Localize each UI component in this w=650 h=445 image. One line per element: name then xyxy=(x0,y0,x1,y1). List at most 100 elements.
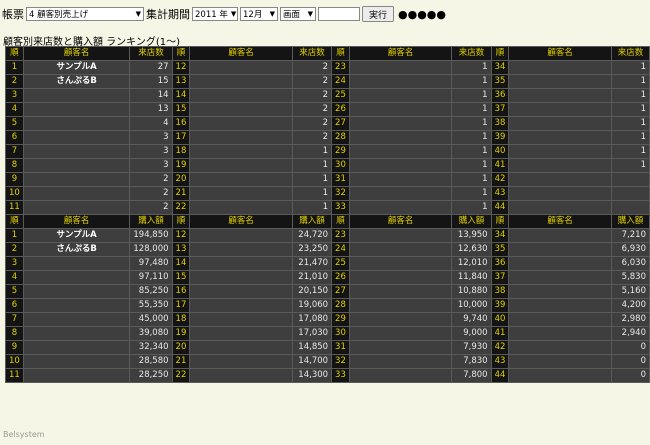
purchase-amount-cell: 28,250 xyxy=(129,368,173,383)
visit-count-cell: 1 xyxy=(610,158,650,173)
rank-cell: 34 xyxy=(490,228,510,243)
customer-name-cell xyxy=(22,130,131,145)
purchase-amount-cell: 5,160 xyxy=(610,284,650,299)
visit-count-cell: 2 xyxy=(291,130,333,145)
customer-name-cell xyxy=(348,88,453,103)
table-row: 3 97,480 14 21,470 25 12,010 36 6,030 xyxy=(5,256,650,271)
customer-name-cell xyxy=(508,116,612,131)
customer-name-cell xyxy=(348,130,453,145)
rank-cell: 19 xyxy=(171,326,191,341)
rank-cell: 38 xyxy=(490,284,510,299)
visit-count-cell: 2 xyxy=(291,88,333,103)
rank-cell: 35 xyxy=(490,74,510,89)
execute-button[interactable]: 実行 xyxy=(362,6,395,22)
rank-cell: 12 xyxy=(171,228,191,243)
header-visit-count: 来店数 xyxy=(610,46,650,61)
report-select[interactable]: 4 顧客別売上げ ▼ xyxy=(26,7,144,21)
progress-indicator: ●●●●● xyxy=(398,7,447,21)
rank-cell: 26 xyxy=(331,270,350,285)
rank-cell: 44 xyxy=(490,368,510,383)
filter-input[interactable] xyxy=(318,7,360,21)
customer-name-cell xyxy=(22,354,131,369)
purchase-amount-cell: 2,940 xyxy=(610,326,650,341)
customer-name-cell xyxy=(508,158,612,173)
customer-name-cell xyxy=(189,186,293,201)
visit-count-cell: 1 xyxy=(610,102,650,117)
visit-count-cell: 1 xyxy=(610,88,650,103)
purchase-amount-cell: 13,950 xyxy=(451,228,492,243)
table-row: 10 2 21 1 32 1 43 xyxy=(5,186,650,201)
rank-cell: 2 xyxy=(5,74,24,89)
visit-count-cell: 15 xyxy=(129,74,173,89)
purchase-amount-cell: 85,250 xyxy=(129,284,173,299)
footer-brand: Belsystem xyxy=(3,430,45,439)
customer-name-cell xyxy=(189,172,293,187)
customer-name-cell xyxy=(348,270,453,285)
output-select[interactable]: 画面 ▼ xyxy=(280,7,316,21)
chevron-down-icon: ▼ xyxy=(230,10,237,18)
header-rank: 順 xyxy=(171,46,191,61)
customer-name-cell xyxy=(508,368,612,383)
customer-name-cell xyxy=(22,270,131,285)
year-select[interactable]: 2011 年 ▼ xyxy=(192,7,238,21)
month-select-value: 12月 xyxy=(243,10,263,20)
rank-cell: 6 xyxy=(5,130,24,145)
table-row: 10 28,580 21 14,700 32 7,830 43 0 xyxy=(5,354,650,369)
visit-count-cell: 2 xyxy=(291,102,333,117)
header-purchase-amount: 購入額 xyxy=(451,214,492,229)
visit-count-cell: 1 xyxy=(610,144,650,159)
rank-cell: 20 xyxy=(171,172,191,187)
rank-cell: 16 xyxy=(171,116,191,131)
customer-name-cell xyxy=(348,116,453,131)
rank-cell: 14 xyxy=(171,88,191,103)
customer-name-cell xyxy=(189,368,293,383)
visit-count-cell: 1 xyxy=(291,186,333,201)
purchase-amount-cell: 194,850 xyxy=(129,228,173,243)
rank-cell: 29 xyxy=(331,312,350,327)
rank-cell: 32 xyxy=(331,186,350,201)
table-row: 6 3 17 2 28 1 39 1 xyxy=(5,130,650,145)
visit-count-cell: 1 xyxy=(451,158,492,173)
rank-cell: 16 xyxy=(171,284,191,299)
customer-name-cell xyxy=(348,368,453,383)
rank-cell: 1 xyxy=(5,228,24,243)
customer-name-cell xyxy=(508,284,612,299)
visit-count-cell: 1 xyxy=(451,172,492,187)
customer-name-cell xyxy=(348,158,453,173)
rank-cell: 22 xyxy=(171,368,191,383)
visit-count-cell xyxy=(610,186,650,201)
month-select[interactable]: 12月 ▼ xyxy=(240,7,278,21)
customer-name-cell xyxy=(348,74,453,89)
purchase-amount-cell: 97,110 xyxy=(129,270,173,285)
customer-name-cell: さんぷるB xyxy=(22,74,131,89)
header-rank: 順 xyxy=(331,46,350,61)
customer-name-cell xyxy=(22,200,131,215)
customer-name-cell xyxy=(22,172,131,187)
purchase-amount-cell: 6,030 xyxy=(610,256,650,271)
table-row: 9 2 20 1 31 1 42 xyxy=(5,172,650,187)
customer-name-cell xyxy=(508,326,612,341)
header-customer-name: 顧客名 xyxy=(348,46,453,61)
rank-cell: 20 xyxy=(171,340,191,355)
ranking-table: 順顧客名 来店数順顧客名 来店数順顧客名 来店数順顧客名 来店数 1 サンプルA 27 12 2 2… xyxy=(5,46,650,383)
purchase-amount-cell: 7,210 xyxy=(610,228,650,243)
customer-name-cell xyxy=(189,270,293,285)
customer-name-cell xyxy=(348,172,453,187)
customer-name-cell xyxy=(189,340,293,355)
customer-name-cell xyxy=(189,298,293,313)
header-purchase-amount: 購入額 xyxy=(610,214,650,229)
rank-cell: 9 xyxy=(5,340,24,355)
customer-name-cell xyxy=(189,74,293,89)
customer-name-cell xyxy=(348,102,453,117)
purchase-amount-cell: 19,060 xyxy=(291,298,333,313)
rank-cell: 8 xyxy=(5,158,24,173)
chevron-down-icon: ▼ xyxy=(135,10,141,18)
header-row: 順顧客名 来店数順顧客名 来店数順顧客名 来店数順顧客名 来店数 xyxy=(5,46,650,61)
customer-name-cell xyxy=(189,158,293,173)
customer-name-cell xyxy=(189,354,293,369)
rank-cell: 21 xyxy=(171,186,191,201)
customer-name-cell xyxy=(348,60,453,75)
rank-cell: 4 xyxy=(5,270,24,285)
rank-cell: 30 xyxy=(331,326,350,341)
customer-name-cell xyxy=(348,242,453,257)
